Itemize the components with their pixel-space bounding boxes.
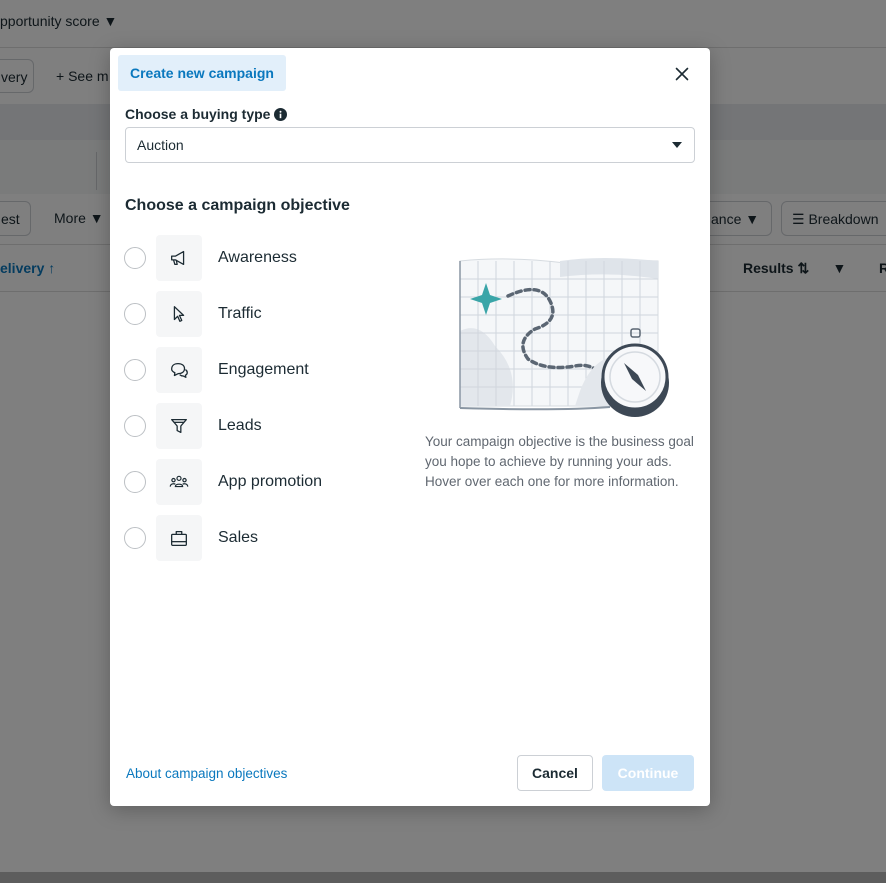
cursor-icon (168, 303, 190, 325)
radio-sales[interactable] (124, 527, 146, 549)
objective-traffic[interactable]: Traffic (124, 291, 384, 337)
objective-label: Leads (218, 417, 262, 435)
objective-icon-box (156, 459, 202, 505)
create-campaign-dialog: Create new campaign Choose a buying type… (110, 48, 710, 806)
objective-label: Awareness (218, 249, 297, 267)
objective-description: Your campaign objective is the business … (425, 432, 695, 492)
objective-app-promotion[interactable]: App promotion (124, 459, 384, 505)
objective-label: Sales (218, 529, 258, 547)
people-icon (168, 471, 190, 493)
funnel-icon (168, 415, 190, 437)
close-icon (670, 62, 694, 86)
megaphone-icon (168, 247, 190, 269)
chevron-down-icon (672, 142, 682, 148)
objective-leads[interactable]: Leads (124, 403, 384, 449)
objective-label: Traffic (218, 305, 262, 323)
objective-label: App promotion (218, 473, 322, 491)
objective-icon-box (156, 235, 202, 281)
objective-engagement[interactable]: Engagement (124, 347, 384, 393)
objective-icon-box (156, 515, 202, 561)
map-compass-illustration (450, 251, 680, 421)
objective-icon-box (156, 291, 202, 337)
radio-awareness[interactable] (124, 247, 146, 269)
objective-section-title: Choose a campaign objective (125, 197, 350, 215)
info-icon[interactable] (274, 108, 287, 121)
radio-traffic[interactable] (124, 303, 146, 325)
about-campaign-objectives-link[interactable]: About campaign objectives (126, 766, 287, 781)
radio-app-promotion[interactable] (124, 471, 146, 493)
cancel-button[interactable]: Cancel (517, 755, 593, 791)
objective-label: Engagement (218, 361, 309, 379)
buying-type-select[interactable]: Auction (125, 127, 695, 163)
objective-sales[interactable]: Sales (124, 515, 384, 561)
shopping-bag-icon (168, 527, 190, 549)
continue-button[interactable]: Continue (602, 755, 694, 791)
chat-bubbles-icon (168, 359, 190, 381)
close-button[interactable] (670, 62, 694, 86)
buying-type-label-text: Choose a buying type (125, 106, 270, 122)
buying-type-value: Auction (137, 137, 184, 153)
radio-engagement[interactable] (124, 359, 146, 381)
buying-type-label: Choose a buying type (125, 106, 287, 122)
dialog-title: Create new campaign (118, 55, 286, 91)
objective-icon-box (156, 347, 202, 393)
objective-icon-box (156, 403, 202, 449)
objective-awareness[interactable]: Awareness (124, 235, 384, 281)
radio-leads[interactable] (124, 415, 146, 437)
